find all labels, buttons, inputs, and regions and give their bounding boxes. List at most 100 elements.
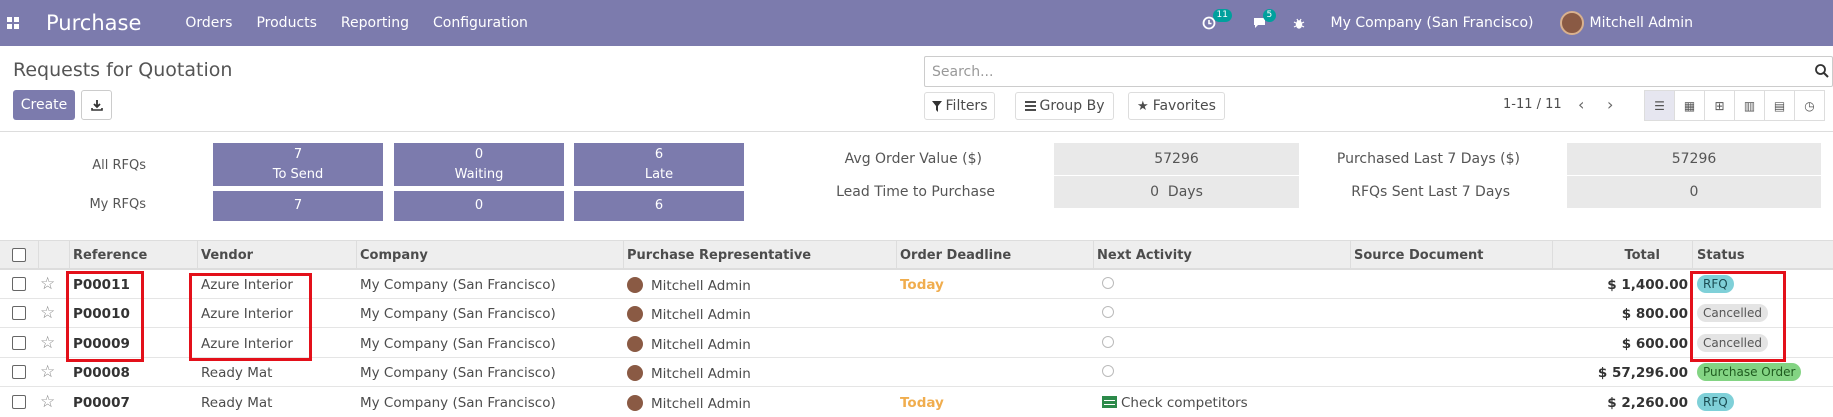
activity-view-icon[interactable]: ◷ xyxy=(1794,90,1825,121)
debug-button[interactable] xyxy=(1293,17,1305,30)
row-rep: Mitchell Admin xyxy=(627,395,751,412)
search-icon[interactable] xyxy=(1814,63,1830,79)
header-total[interactable]: Total xyxy=(1580,248,1660,263)
tile-label: Waiting xyxy=(454,167,504,182)
highlight-vendor-box xyxy=(189,273,312,361)
all-rfqs-label: All RFQs xyxy=(92,158,146,173)
row-total: $ 600.00 xyxy=(1621,336,1688,352)
row-company: My Company (San Francisco) xyxy=(360,336,556,352)
pager-next-icon[interactable]: › xyxy=(1607,95,1613,114)
menu-reporting[interactable]: Reporting xyxy=(341,15,409,31)
menu-products[interactable]: Products xyxy=(256,15,316,31)
row-company: My Company (San Francisco) xyxy=(360,277,556,293)
star-icon[interactable]: ☆ xyxy=(40,392,55,412)
header-reference[interactable]: Reference xyxy=(73,248,147,263)
header-order-deadline[interactable]: Order Deadline xyxy=(900,248,1011,263)
header-status[interactable]: Status xyxy=(1697,248,1745,263)
pager-value[interactable]: 1-11 / 11 xyxy=(1503,97,1562,112)
create-button[interactable]: Create xyxy=(13,90,75,120)
activity-button[interactable]: 11 xyxy=(1202,9,1232,30)
tile-my-to-send[interactable]: 7 xyxy=(213,191,383,221)
tile-my-waiting[interactable]: 0 xyxy=(394,191,564,221)
highlight-reference-box xyxy=(66,271,144,362)
header-source-document[interactable]: Source Document xyxy=(1354,248,1484,263)
download-icon xyxy=(90,100,103,111)
tile-to-send[interactable]: 7 To Send xyxy=(213,143,383,186)
row-reference: P00008 xyxy=(73,365,130,381)
row-checkbox[interactable] xyxy=(12,336,26,350)
user-name: Mitchell Admin xyxy=(1589,15,1694,31)
control-panel-divider xyxy=(0,131,1833,132)
bug-icon xyxy=(1293,18,1304,29)
clock-icon[interactable] xyxy=(1102,365,1114,381)
clock-icon[interactable] xyxy=(1102,277,1114,293)
kpi-value-purchased-last-7-days: 57296 xyxy=(1567,143,1821,175)
pager-previous-icon[interactable]: ‹ xyxy=(1578,95,1584,114)
kpi-label-purchased-last-7-days: Purchased Last 7 Days ($) xyxy=(1336,151,1520,167)
filter-icon xyxy=(931,100,942,112)
calendar-view-icon[interactable]: ▤ xyxy=(1764,90,1795,121)
kpi-value-lead-time: 0 Days xyxy=(1054,176,1299,208)
pivot-view-icon[interactable]: ⊞ xyxy=(1704,90,1735,121)
filters-label: Filters xyxy=(945,98,988,114)
select-all-checkbox[interactable] xyxy=(12,248,26,262)
favorites-button[interactable]: ★ Favorites xyxy=(1128,92,1225,120)
menu-configuration[interactable]: Configuration xyxy=(433,15,528,31)
row-deadline: Today xyxy=(900,277,944,293)
tile-my-late[interactable]: 6 xyxy=(574,191,744,221)
download-button[interactable] xyxy=(81,90,112,120)
star-icon[interactable]: ☆ xyxy=(40,362,55,382)
header-next-activity[interactable]: Next Activity xyxy=(1097,248,1192,263)
header-purchase-representative[interactable]: Purchase Representative xyxy=(627,248,811,263)
message-count-badge: 5 xyxy=(1262,9,1277,22)
menu-orders[interactable]: Orders xyxy=(185,15,232,31)
row-next-activity[interactable]: Check competitors xyxy=(1102,395,1248,411)
apps-menu-icon[interactable] xyxy=(0,0,26,46)
row-checkbox[interactable] xyxy=(12,277,26,291)
row-total: $ 1,400.00 xyxy=(1607,277,1688,293)
company-switcher[interactable]: My Company (San Francisco) xyxy=(1331,15,1534,31)
row-reference: P00007 xyxy=(73,395,130,411)
table-row[interactable]: ☆ P00008 Ready Mat My Company (San Franc… xyxy=(0,358,1833,387)
kpi-value-rfqs-sent: 0 xyxy=(1567,176,1821,208)
activity-todo-icon xyxy=(1102,396,1117,408)
highlight-status-box xyxy=(1690,271,1786,362)
tile-count: 7 xyxy=(293,147,303,162)
row-vendor: Ready Mat xyxy=(201,365,273,381)
messaging-button[interactable]: 5 xyxy=(1252,9,1277,30)
avatar xyxy=(627,336,643,352)
app-brand[interactable]: Purchase xyxy=(46,11,141,35)
star-icon[interactable]: ☆ xyxy=(40,274,55,294)
group-by-button[interactable]: Group By xyxy=(1015,92,1114,120)
kpi-label-lead-time: Lead Time to Purchase xyxy=(836,184,995,200)
list-view-icon[interactable]: ☰ xyxy=(1644,90,1675,121)
row-total: $ 2,260.00 xyxy=(1607,395,1688,411)
clock-icon[interactable] xyxy=(1102,306,1114,322)
status-badge: RFQ xyxy=(1697,393,1734,411)
row-checkbox[interactable] xyxy=(12,395,26,409)
kpi-label-rfqs-sent: RFQs Sent Last 7 Days xyxy=(1351,184,1510,200)
row-deadline: Today xyxy=(900,395,944,411)
header-company[interactable]: Company xyxy=(360,248,428,263)
row-checkbox[interactable] xyxy=(12,306,26,320)
tile-waiting[interactable]: 0 Waiting xyxy=(394,143,564,186)
table-row[interactable]: ☆ P00007 Ready Mat My Company (San Franc… xyxy=(0,388,1833,417)
user-menu[interactable]: Mitchell Admin xyxy=(1559,11,1694,35)
star-icon[interactable]: ☆ xyxy=(40,303,55,323)
favorites-label: Favorites xyxy=(1152,98,1216,114)
tile-late[interactable]: 6 Late xyxy=(574,143,744,186)
star-icon[interactable]: ☆ xyxy=(40,333,55,353)
header-vendor[interactable]: Vendor xyxy=(201,248,253,263)
avatar xyxy=(627,395,643,411)
tile-label: Late xyxy=(644,167,674,182)
star-icon: ★ xyxy=(1137,98,1149,114)
graph-view-icon[interactable]: ▥ xyxy=(1734,90,1765,121)
kanban-view-icon[interactable]: ▦ xyxy=(1674,90,1705,121)
my-rfqs-label: My RFQs xyxy=(89,197,146,212)
clock-icon[interactable] xyxy=(1102,336,1114,352)
row-checkbox[interactable] xyxy=(12,365,26,379)
status-badge: Purchase Order xyxy=(1697,363,1802,381)
filters-button[interactable]: Filters xyxy=(924,92,995,120)
search-input[interactable]: Search... xyxy=(924,56,1833,87)
group-by-label: Group By xyxy=(1039,98,1105,114)
